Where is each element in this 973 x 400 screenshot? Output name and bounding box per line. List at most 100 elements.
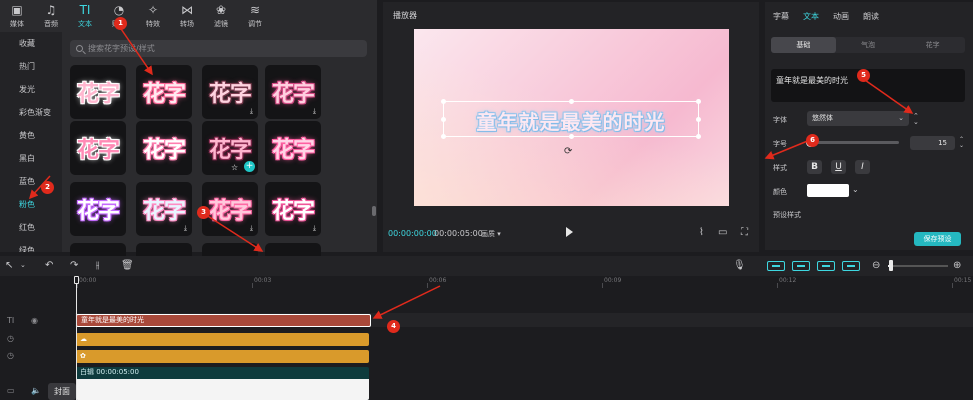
- select-tool-icon[interactable]: ↖: [5, 259, 13, 272]
- rotate-icon[interactable]: ⟳: [564, 146, 572, 157]
- resize-handle[interactable]: [441, 99, 446, 104]
- zoom-out-icon[interactable]: ⊖: [872, 259, 880, 272]
- effect-tile[interactable]: 花字 ⤓: [265, 65, 321, 119]
- category-green[interactable]: 绿色: [0, 239, 62, 252]
- effect-tile[interactable]: 花字 ⤓: [202, 65, 258, 119]
- star-icon[interactable]: ☆: [231, 163, 238, 172]
- effect-tile[interactable]: 花字: [70, 65, 126, 119]
- tab-text[interactable]: 文本: [803, 11, 819, 22]
- italic-button[interactable]: I: [855, 160, 870, 174]
- resize-handle[interactable]: [569, 99, 574, 104]
- category-black-white[interactable]: 黑白: [0, 147, 62, 170]
- annotation-badge: 4: [387, 320, 400, 333]
- size-slider[interactable]: [806, 138, 899, 147]
- eye-icon[interactable]: ◉: [31, 316, 38, 325]
- size-input[interactable]: 15: [910, 136, 955, 150]
- playhead-handle[interactable]: [74, 276, 79, 284]
- resize-handle[interactable]: [569, 134, 574, 139]
- linkage-icon[interactable]: [817, 261, 835, 271]
- category-glow[interactable]: 发光: [0, 78, 62, 101]
- category-pink[interactable]: 粉色: [0, 193, 62, 216]
- effect-clip[interactable]: ☁: [76, 333, 369, 346]
- effect-tile[interactable]: 花字: [70, 182, 126, 236]
- effect-clip[interactable]: ✿: [76, 350, 369, 363]
- download-icon[interactable]: ⤓: [184, 224, 187, 233]
- time-ruler[interactable]: 00:00 00:03 00:06 00:09 00:12 00:15: [75, 276, 973, 288]
- effect-tile[interactable]: 花字 ☆ +: [202, 121, 258, 175]
- save-preset-button[interactable]: 保存预设: [914, 232, 961, 246]
- tool-filter[interactable]: ❀ 滤镜: [204, 0, 238, 30]
- cover-button[interactable]: 封面: [48, 383, 76, 400]
- download-icon[interactable]: ⤓: [313, 224, 316, 233]
- tool-adjust[interactable]: ≋ 调节: [238, 0, 272, 30]
- zoom-knob[interactable]: [889, 260, 893, 271]
- player-panel: 播放器 童年就是最美的时光 ⟳ 00:00:00:00 00:00:05:00 …: [383, 2, 759, 252]
- font-dropdown[interactable]: 悠然体 ⌄: [807, 111, 909, 126]
- tab-animation[interactable]: 动画: [833, 11, 849, 22]
- color-swatch[interactable]: [807, 184, 849, 197]
- video-clip[interactable]: 白辑 00:00:05:00: [76, 367, 369, 400]
- effect-tile[interactable]: 花字 ⤓: [202, 182, 258, 236]
- subtab-bubble[interactable]: 气泡: [836, 37, 901, 53]
- effect-tile[interactable]: 花字 ⤓: [265, 182, 321, 236]
- zoom-slider[interactable]: [888, 265, 948, 267]
- quality-dropdown[interactable]: 画质 ▾: [481, 229, 501, 239]
- tool-audio[interactable]: ♫ 音频: [34, 0, 68, 30]
- aspect-ratio-icon[interactable]: ▭: [718, 227, 727, 238]
- text-selection-box[interactable]: 童年就是最美的时光: [441, 99, 701, 139]
- subtab-fancy-text[interactable]: 花字: [900, 37, 965, 53]
- effect-tile[interactable]: 花字: [136, 121, 192, 175]
- playhead[interactable]: [76, 276, 77, 400]
- scrollbar[interactable]: [372, 206, 376, 216]
- effect-tile[interactable]: 花字: [136, 65, 192, 119]
- waveform-icon[interactable]: ⌇: [699, 227, 704, 238]
- resize-handle[interactable]: [441, 134, 446, 139]
- tab-read-aloud[interactable]: 朗读: [863, 11, 879, 22]
- delete-icon[interactable]: 🗑: [121, 259, 134, 272]
- download-icon[interactable]: ⤓: [250, 107, 253, 116]
- effect-tile[interactable]: 花字: [70, 121, 126, 175]
- split-icon[interactable]: ⫲: [96, 259, 99, 272]
- preview-axis-icon[interactable]: [842, 261, 860, 271]
- microphone-icon[interactable]: 🎙: [733, 259, 746, 272]
- category-favorites[interactable]: 收藏: [0, 32, 62, 55]
- text-clip[interactable]: 童年就是最美的时光: [76, 314, 371, 327]
- resize-handle[interactable]: [696, 117, 701, 122]
- tool-label: 滤镜: [214, 20, 228, 28]
- tool-text[interactable]: TI 文本: [68, 0, 102, 30]
- effect-tile[interactable]: 花字: [265, 121, 321, 175]
- category-yellow[interactable]: 黄色: [0, 124, 62, 147]
- bold-button[interactable]: B: [807, 160, 822, 174]
- resize-handle[interactable]: [441, 117, 446, 122]
- link-icon[interactable]: [767, 261, 785, 271]
- tool-effects[interactable]: ✧ 特效: [136, 0, 170, 30]
- category-red[interactable]: 红色: [0, 216, 62, 239]
- tool-media[interactable]: ▣ 媒体: [0, 0, 34, 30]
- underline-button[interactable]: U: [831, 160, 846, 174]
- category-gradient[interactable]: 彩色渐变: [0, 101, 62, 124]
- zoom-in-icon[interactable]: ⊕: [953, 259, 961, 272]
- snap-icon[interactable]: [792, 261, 810, 271]
- redo-icon[interactable]: ↷: [70, 259, 78, 272]
- download-icon[interactable]: ⤓: [313, 107, 316, 116]
- speaker-icon[interactable]: 🔈: [31, 386, 41, 395]
- tab-subtitle[interactable]: 字幕: [773, 11, 789, 22]
- chevron-down-icon[interactable]: ⌄: [20, 259, 26, 272]
- subtab-basic[interactable]: 基础: [771, 37, 836, 53]
- category-hot[interactable]: 热门: [0, 55, 62, 78]
- fullscreen-icon[interactable]: ⛶: [741, 227, 748, 238]
- add-icon[interactable]: +: [244, 161, 255, 172]
- play-button[interactable]: [566, 227, 573, 237]
- resize-handle[interactable]: [696, 99, 701, 104]
- download-icon[interactable]: ⤓: [250, 224, 253, 233]
- undo-icon[interactable]: ↶: [45, 259, 53, 272]
- tool-transition[interactable]: ⋈ 转场: [170, 0, 204, 30]
- search-input[interactable]: 搜索花字预设/样式: [70, 40, 367, 57]
- size-stepper-icon[interactable]: ⌃ ⌄: [959, 137, 964, 149]
- chevron-down-icon[interactable]: ⌄: [852, 185, 859, 194]
- video-preview[interactable]: 童年就是最美的时光 ⟳: [414, 29, 729, 206]
- font-stepper-icon[interactable]: ⌃ ⌄: [913, 113, 919, 126]
- resize-handle[interactable]: [696, 134, 701, 139]
- effect-tile[interactable]: 花字 ⤓: [136, 182, 192, 236]
- overlay-text[interactable]: 童年就是最美的时光: [444, 106, 698, 135]
